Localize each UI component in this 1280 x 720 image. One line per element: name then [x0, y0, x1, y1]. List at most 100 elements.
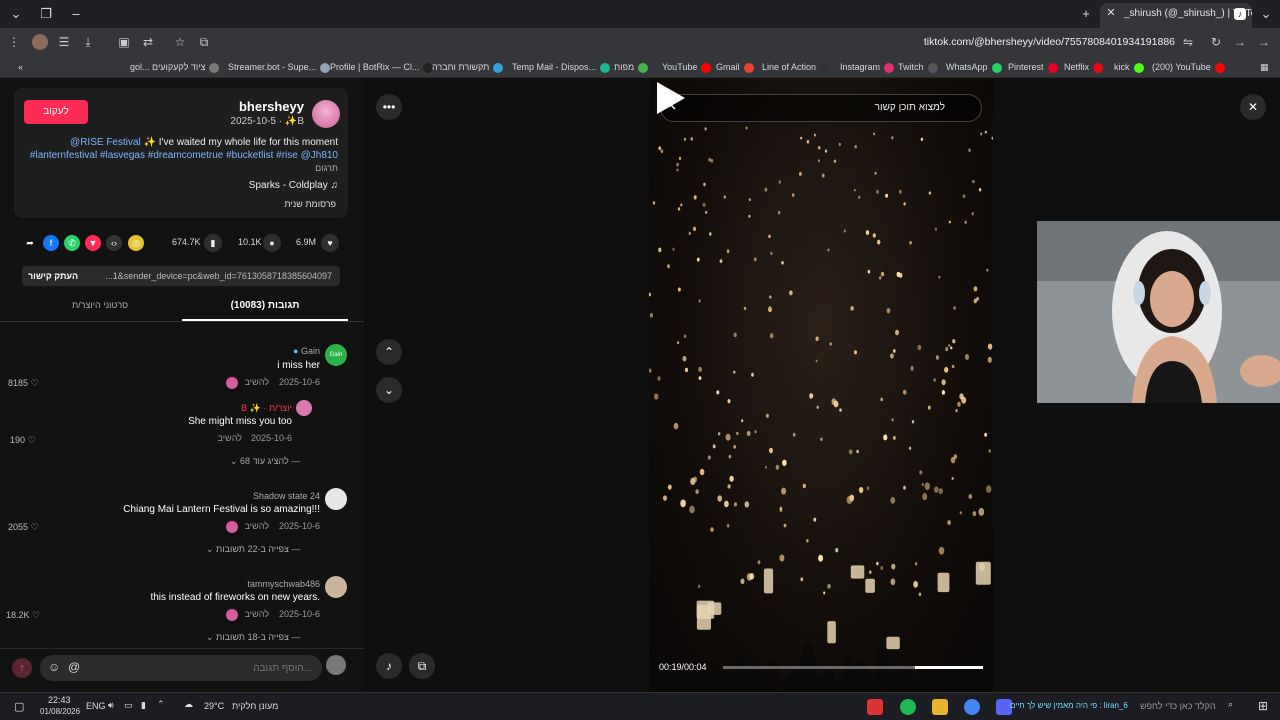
copy-link-button[interactable]: העתק קישור: [28, 266, 78, 286]
caption-mention[interactable]: @RISE Festival: [70, 137, 141, 148]
bookmarks-collapse-icon[interactable]: «: [18, 60, 23, 74]
network-icon[interactable]: ▭: [124, 700, 133, 711]
emoji-icon[interactable]: ☺: [48, 660, 62, 674]
coin-icon[interactable]: ◎: [128, 235, 144, 251]
tab-comments[interactable]: תגובות (10083): [182, 300, 348, 311]
bookmark-item[interactable]: Temp Mail - Dispos...: [512, 60, 611, 74]
back-icon[interactable]: →: [1256, 34, 1272, 50]
reply-button[interactable]: להשיב: [218, 433, 242, 443]
comment-like-count[interactable]: 8185 ♡: [8, 378, 39, 389]
caption-hashtags[interactable]: #lanternfestival #lasvegas #dreamcometru…: [30, 150, 338, 161]
video-player[interactable]: למצוא תוכן קשור 00:19/00:04: [649, 78, 993, 692]
menu-icon[interactable]: ⌄: [6, 4, 26, 24]
tray-expand-icon[interactable]: ⌃: [157, 699, 165, 710]
show-more-replies[interactable]: ⌄ להציג עוד 68 —: [230, 456, 300, 467]
heart-icon[interactable]: ♥: [321, 234, 339, 252]
author-avatar[interactable]: [312, 100, 340, 128]
kebab-menu-icon[interactable]: ⋮: [6, 34, 22, 50]
bookmark-item[interactable]: YouTube: [662, 60, 712, 74]
star-icon[interactable]: ☆: [172, 34, 188, 50]
close-tab-icon[interactable]: ✕: [1104, 6, 1118, 20]
reply-button[interactable]: להשיב: [245, 521, 269, 531]
float-player-icon[interactable]: ⧉: [409, 653, 435, 679]
commenter-name[interactable]: B ✨ · יוצר/ת: [241, 403, 292, 414]
bookmark-item[interactable]: gol... ציוד לקעקועים: [130, 60, 220, 74]
bookmark-item[interactable]: kick: [1114, 60, 1144, 74]
new-tab-button[interactable]: +: [1076, 4, 1096, 24]
windows-start-icon[interactable]: ⊞: [1258, 699, 1268, 713]
author-name[interactable]: bhersheyy: [239, 99, 304, 114]
commenter-avatar[interactable]: [325, 488, 347, 510]
bookmark-item[interactable]: תקשורת וחברה: [432, 60, 504, 74]
volume-icon[interactable]: ♪: [376, 653, 402, 679]
reply-button[interactable]: להשיב: [245, 377, 269, 387]
bookmark-item[interactable]: (200) YouTube: [1152, 60, 1225, 74]
taskbar-search[interactable]: הקלד כאן כדי לחפש: [1140, 701, 1216, 711]
related-search-bar[interactable]: למצוא תוכן קשור: [660, 94, 982, 122]
bookmark-item[interactable]: Instagram: [840, 60, 895, 74]
commenter-avatar[interactable]: [325, 576, 347, 598]
view-replies[interactable]: ⌄ צפייה ב-18 תשובות —: [206, 632, 300, 643]
send-to-friend-icon[interactable]: ▼: [85, 235, 101, 251]
bookmark-item[interactable]: Profile | BotRix — Cl...: [330, 60, 434, 74]
language-indicator[interactable]: ENG: [86, 701, 106, 711]
follow-button[interactable]: לעקוב: [24, 100, 88, 124]
all-bookmarks-icon[interactable]: ▦: [1260, 60, 1269, 74]
tab-search-icon[interactable]: ⌄: [1256, 4, 1276, 24]
close-video-icon[interactable]: ✕: [1240, 94, 1266, 120]
extensions-icon[interactable]: ▣: [116, 34, 132, 50]
commenter-name[interactable]: tammyschwab486: [247, 579, 320, 589]
translate-link[interactable]: תרגום: [315, 163, 338, 173]
reply-button[interactable]: להשיב: [245, 609, 269, 619]
bookmark-item[interactable]: Gmail: [716, 60, 754, 74]
minimize-icon[interactable]: –: [66, 4, 86, 24]
browser-tab[interactable]: _shirush (@_shirush_) | TikTok ♪: [1100, 3, 1252, 28]
commenter-name[interactable]: Shadow state 24: [253, 491, 320, 501]
commenter-avatar[interactable]: Gain: [325, 344, 347, 366]
spotify-icon[interactable]: [900, 699, 916, 715]
obs-icon[interactable]: [867, 699, 883, 715]
bookmark-icon[interactable]: ▮: [204, 234, 222, 252]
bookmark-item[interactable]: WhatsApp: [946, 60, 1002, 74]
mic-icon[interactable]: ▮: [141, 700, 146, 711]
taskbar-time[interactable]: 22:43: [48, 695, 71, 705]
whatsapp-icon[interactable]: ✆: [64, 235, 80, 251]
comment-input[interactable]: [40, 655, 322, 681]
reload-icon[interactable]: ↻: [1208, 34, 1224, 50]
view-replies[interactable]: ⌄ צפייה ב-22 תשובות —: [206, 544, 300, 555]
creator-avatar[interactable]: [296, 400, 312, 416]
tab-creator-videos[interactable]: סרטוני היוצר/ת: [20, 300, 180, 310]
file-explorer-icon[interactable]: [932, 699, 948, 715]
facebook-icon[interactable]: f: [43, 235, 59, 251]
bookmark-item[interactable]: Pinterest: [1008, 60, 1058, 74]
weather-temp[interactable]: 29°C: [204, 701, 224, 711]
comment-bubble-icon[interactable]: ●: [263, 234, 281, 252]
bookmark-item[interactable]: Netflix: [1064, 60, 1104, 74]
news-ticker[interactable]: פי היה מאמין שיש לך חיים : liran_6: [1010, 701, 1128, 710]
chrome-icon[interactable]: [964, 699, 980, 715]
download-icon[interactable]: ⤓: [80, 34, 96, 50]
taskbar-date[interactable]: 01/08/2026: [40, 707, 80, 716]
share-icon[interactable]: ⧉: [196, 34, 212, 50]
bookmark-item[interactable]: Twitch: [898, 60, 938, 74]
sliders-icon[interactable]: ☰: [56, 34, 72, 50]
bookmark-item[interactable]: מפות: [614, 60, 649, 74]
profile-avatar[interactable]: [32, 34, 48, 50]
play-icon[interactable]: [649, 78, 689, 118]
comment-like-count[interactable]: 190 ♡: [10, 435, 36, 446]
restore-icon[interactable]: ❐: [36, 4, 56, 24]
address-bar[interactable]: tiktok.com/@bhersheyy/video/755780840193…: [900, 34, 1175, 51]
next-video-icon[interactable]: ⌄: [376, 377, 402, 403]
site-settings-icon[interactable]: ⇋: [1180, 34, 1196, 50]
forward-icon[interactable]: →: [1232, 34, 1248, 50]
more-options-icon[interactable]: •••: [376, 94, 402, 120]
share-arrow-icon[interactable]: ➦: [22, 235, 38, 251]
bookmark-item[interactable]: Streamer.bot - Supe...: [228, 60, 331, 74]
send-comment-button[interactable]: ↑: [12, 658, 32, 678]
mention-icon[interactable]: @: [68, 660, 82, 674]
commenter-name[interactable]: ● Gain: [293, 346, 320, 356]
share-link-text[interactable]: ...1&sender_device=pc&web_id=76130587183…: [105, 266, 332, 286]
taskbar-search-icon[interactable]: ⌕: [1228, 699, 1233, 710]
embed-icon[interactable]: ‹›: [106, 235, 122, 251]
comment-like-count[interactable]: 2055 ♡: [8, 522, 39, 533]
